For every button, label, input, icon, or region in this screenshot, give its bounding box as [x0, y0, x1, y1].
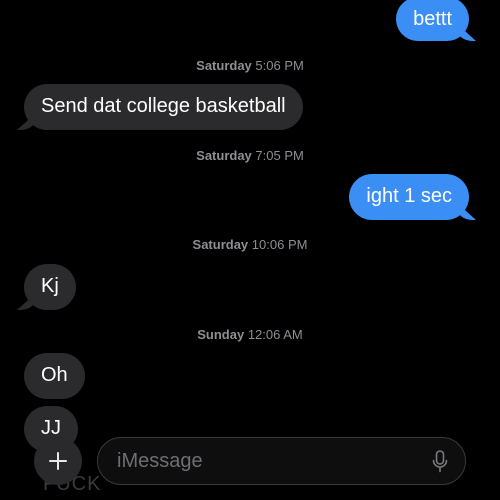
- message-thread[interactable]: bettt Saturday 5:06 PM Send dat college …: [0, 0, 500, 500]
- message-text: Kj: [41, 275, 59, 297]
- timestamp-day: Saturday: [196, 148, 252, 163]
- message-text: Send dat college basketball: [41, 95, 286, 117]
- timestamp-time: 10:06 PM: [251, 237, 308, 252]
- sent-message-bubble[interactable]: ight 1 sec: [349, 174, 469, 220]
- add-attachment-button[interactable]: [34, 437, 82, 485]
- timestamp-time: 7:05 PM: [255, 148, 304, 163]
- microphone-icon[interactable]: [432, 450, 448, 474]
- message-composer: [0, 428, 500, 500]
- timestamp-time: 12:06 AM: [247, 327, 303, 342]
- timestamp: Saturday 7:05 PM: [0, 148, 500, 164]
- received-message-bubble[interactable]: Kj: [24, 264, 76, 310]
- timestamp: Sunday 12:06 AM: [0, 327, 500, 343]
- message-text: Oh: [41, 364, 68, 386]
- sent-message-bubble[interactable]: bettt: [396, 0, 469, 41]
- timestamp: Saturday 5:06 PM: [0, 58, 500, 74]
- timestamp-day: Saturday: [196, 58, 252, 73]
- timestamp: Saturday 10:06 PM: [0, 237, 500, 253]
- message-text: bettt: [413, 8, 452, 30]
- timestamp-time: 5:06 PM: [255, 58, 304, 73]
- message-text: ight 1 sec: [366, 185, 452, 207]
- received-message-bubble[interactable]: Oh: [24, 353, 85, 399]
- timestamp-day: Saturday: [192, 237, 249, 252]
- received-message-bubble[interactable]: Send dat college basketball: [24, 84, 303, 130]
- timestamp-day: Sunday: [197, 327, 245, 342]
- message-input[interactable]: [97, 437, 466, 485]
